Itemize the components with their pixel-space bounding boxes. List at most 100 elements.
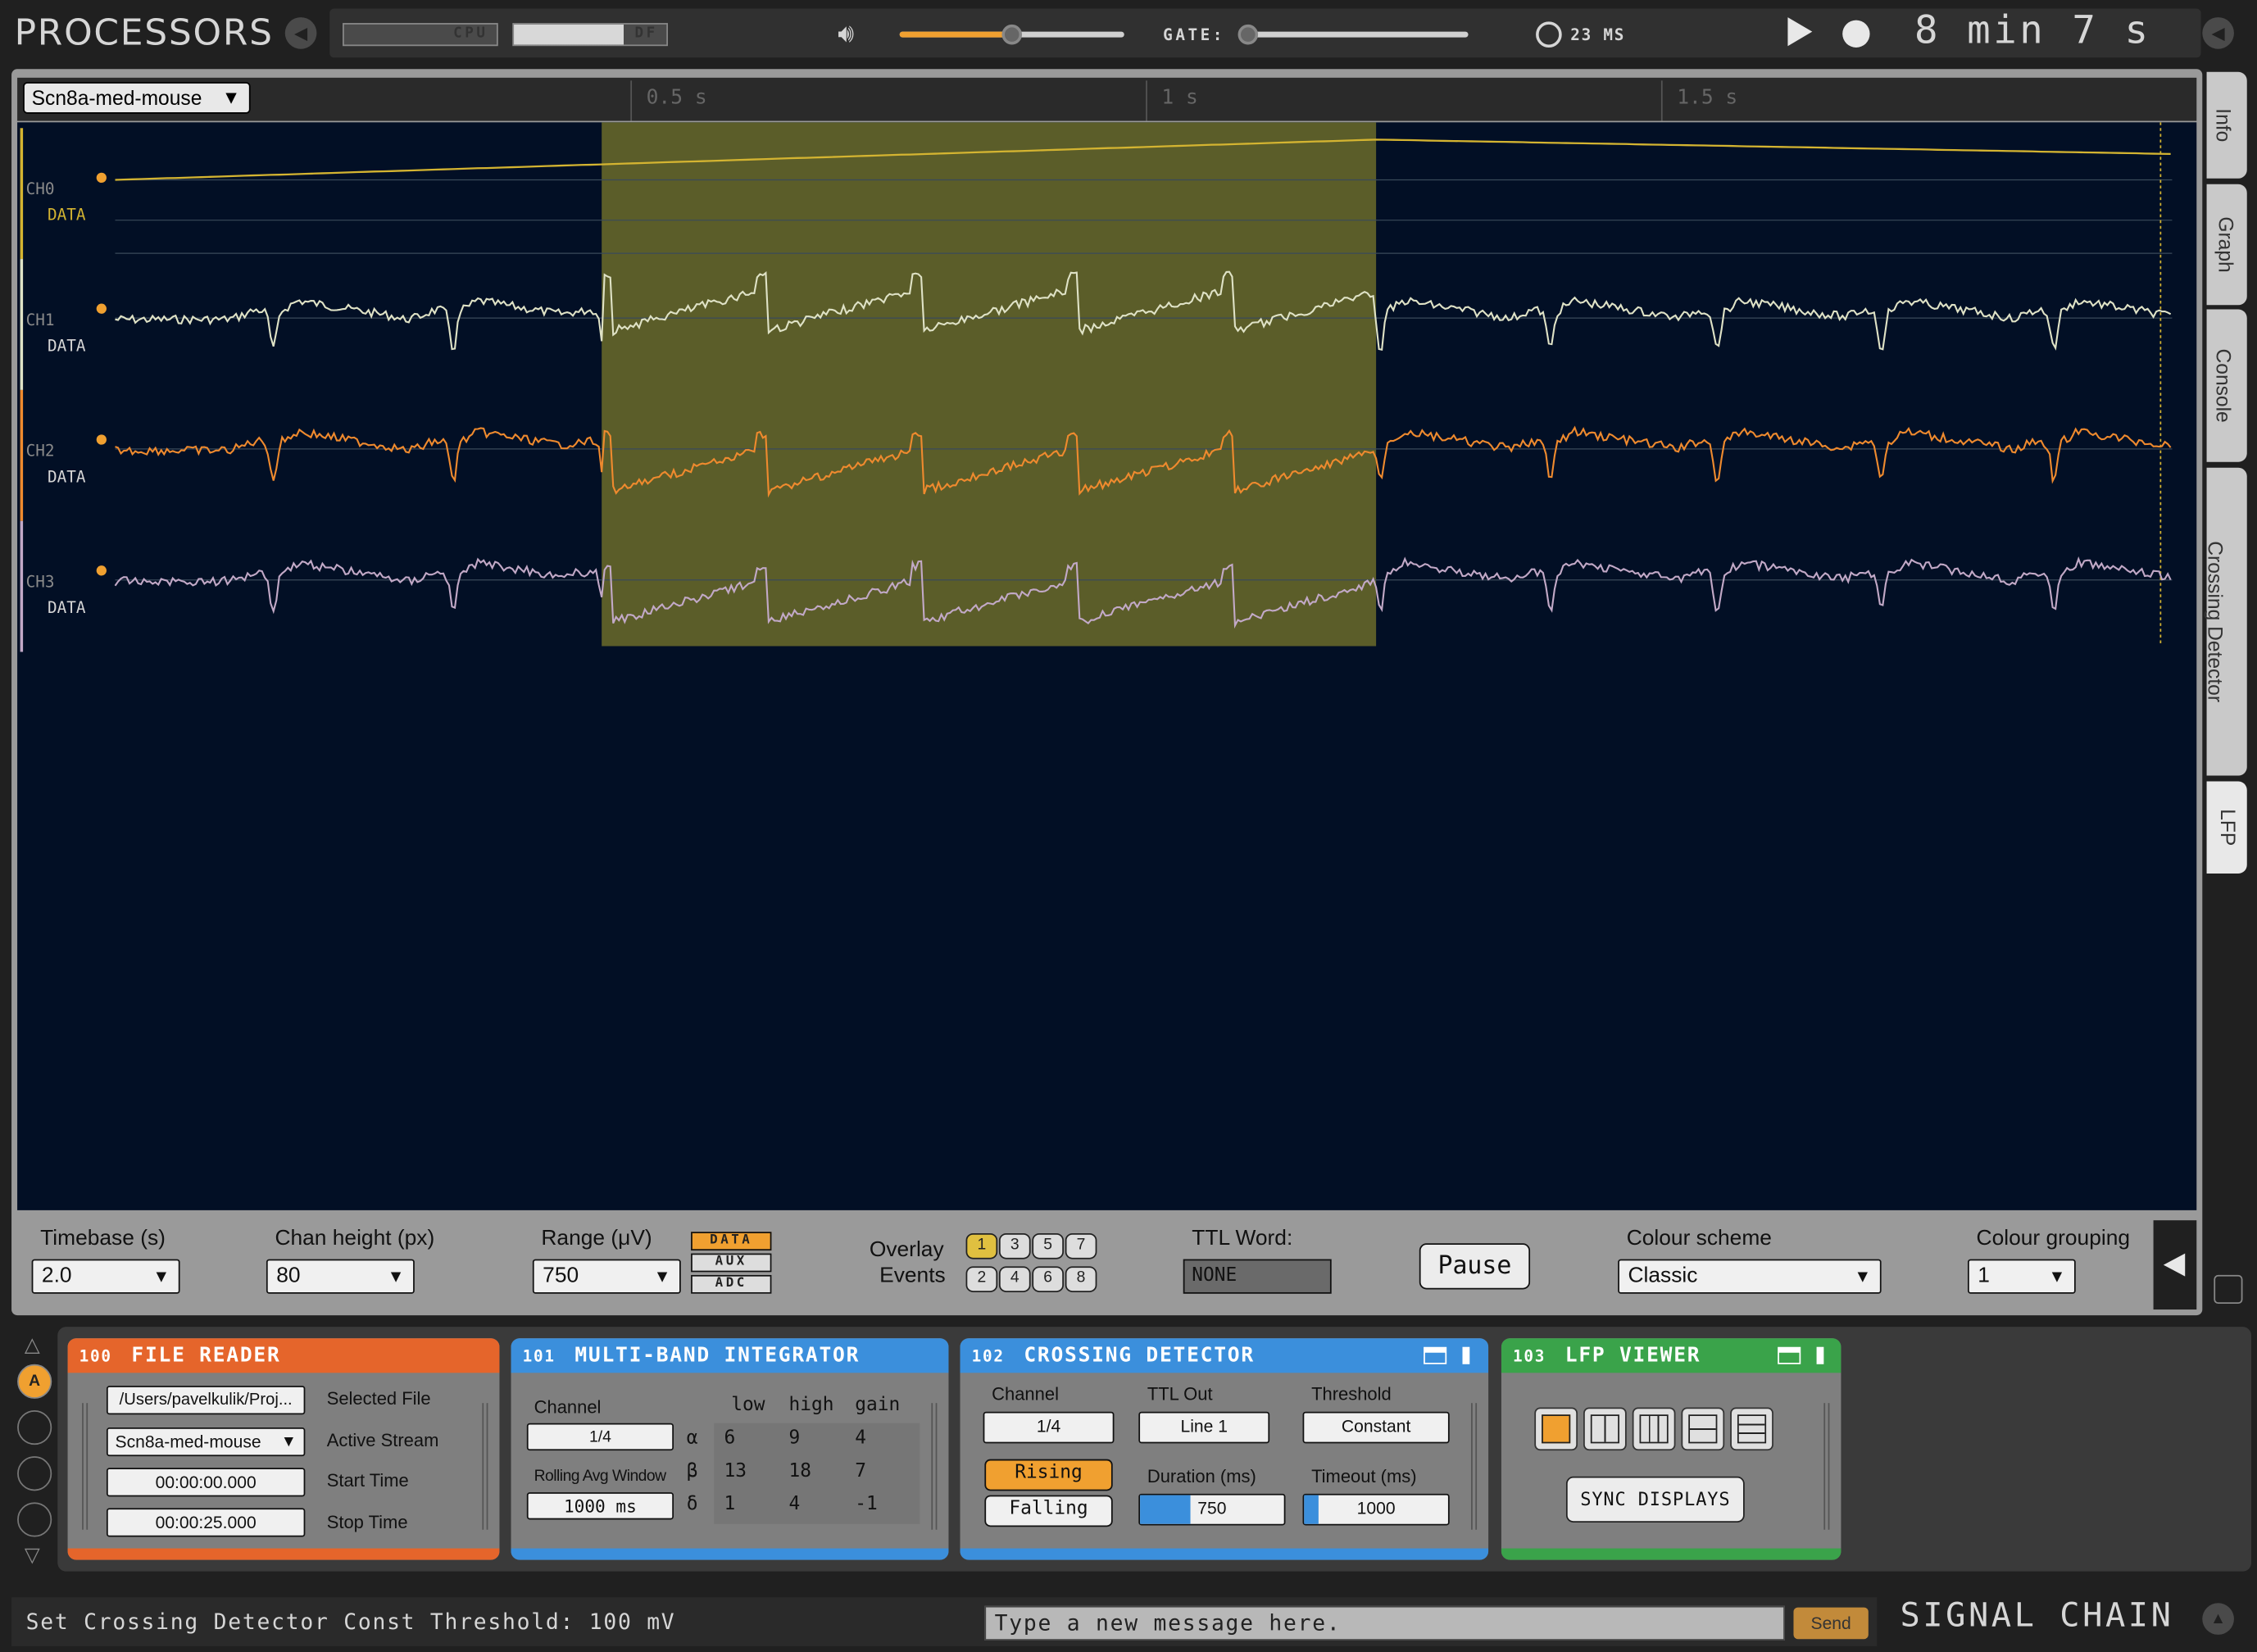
collapse-right-icon[interactable]: ◀ — [2202, 17, 2234, 49]
channel-name[interactable]: CH3 — [26, 573, 55, 592]
colour-scheme-select[interactable]: Classic ▼ — [1618, 1259, 1882, 1294]
collapse-chain-icon[interactable]: ▲ — [2202, 1603, 2234, 1635]
ttl-out-select[interactable]: Line 1 — [1138, 1411, 1270, 1444]
scroll-down-icon[interactable]: ▽ — [25, 1543, 40, 1568]
channel-color-bar — [20, 128, 24, 260]
tab-toggle-icon[interactable] — [1462, 1346, 1470, 1364]
channel-enable-dot[interactable] — [96, 172, 107, 184]
collapse-processors-icon[interactable]: ◀ — [284, 17, 317, 49]
tab-toggle-icon[interactable] — [1816, 1346, 1824, 1364]
overlay-event-5[interactable]: 5 — [1032, 1232, 1064, 1259]
overlay-event-2[interactable]: 2 — [965, 1266, 998, 1292]
drag-handle[interactable] — [482, 1403, 488, 1530]
editor-footer — [67, 1548, 500, 1560]
rising-button[interactable]: Rising — [984, 1459, 1113, 1491]
overlay-event-6[interactable]: 6 — [1032, 1266, 1064, 1292]
threshold-select[interactable]: Constant — [1302, 1411, 1450, 1444]
layout-three-rows-button[interactable] — [1730, 1407, 1773, 1451]
range-type-adc[interactable]: ADC — [691, 1274, 772, 1294]
tab-graph[interactable]: Graph — [2206, 184, 2247, 306]
layout-two-columns-button[interactable] — [1583, 1407, 1627, 1451]
stop-time-field[interactable]: 00:00:25.000 — [106, 1508, 306, 1537]
channel-select[interactable]: 1/4 — [983, 1411, 1115, 1444]
band-low-field[interactable]: 6 — [724, 1427, 735, 1449]
chain-slot[interactable] — [17, 1456, 52, 1491]
timeout-slider[interactable]: 1000 — [1302, 1493, 1450, 1526]
channel-enable-dot[interactable] — [96, 565, 107, 576]
overlay-event-3[interactable]: 3 — [998, 1232, 1031, 1259]
overlay-event-8[interactable]: 8 — [1065, 1266, 1097, 1292]
overlay-event-4[interactable]: 4 — [998, 1266, 1031, 1292]
layout-three-columns-button[interactable] — [1632, 1407, 1676, 1451]
colour-scheme-value: Classic — [1628, 1263, 1698, 1288]
channel-label: Channel — [534, 1397, 602, 1418]
channel-name[interactable]: CH0 — [26, 180, 55, 199]
channel-enable-dot[interactable] — [96, 303, 107, 314]
crossing-detector-header[interactable]: 102 CROSSING DETECTOR — [960, 1338, 1489, 1373]
selected-file-field[interactable]: /Users/pavelkulik/Proj... — [106, 1386, 306, 1415]
scroll-up-icon[interactable]: △ — [25, 1332, 40, 1357]
record-icon[interactable] — [1842, 20, 1870, 48]
range-label: Range (μV) — [541, 1226, 652, 1251]
chain-slot[interactable] — [17, 1409, 52, 1446]
chain-slot-a[interactable]: A — [17, 1364, 52, 1399]
layout-two-rows-button[interactable] — [1681, 1407, 1725, 1451]
active-stream-select[interactable]: Scn8a-med-mouse ▼ — [106, 1427, 306, 1457]
channel-select[interactable]: 1/4 — [526, 1423, 674, 1451]
tab-crossing-detector[interactable]: Crossing Detector — [2204, 467, 2247, 776]
drag-handle[interactable] — [1823, 1403, 1830, 1530]
drag-handle[interactable] — [1471, 1403, 1478, 1530]
channel-name[interactable]: CH2 — [26, 442, 55, 461]
timebase-select[interactable]: 2.0 ▼ — [31, 1259, 180, 1294]
chan-height-select[interactable]: 80 ▼ — [266, 1259, 415, 1294]
drag-handle[interactable] — [82, 1403, 89, 1530]
stream-select[interactable]: Scn8a-med-mouse ▼ — [23, 82, 251, 114]
band-gain-field[interactable]: 7 — [855, 1460, 866, 1482]
range-type-data[interactable]: DATA — [691, 1232, 772, 1251]
colour-grouping-value: 1 — [1978, 1263, 1990, 1288]
band-high-field[interactable]: 4 — [789, 1494, 801, 1515]
band-low-field[interactable]: 13 — [724, 1460, 746, 1482]
multi-band-integrator-header[interactable]: 101 MULTI-BAND INTEGRATOR — [511, 1338, 949, 1373]
tab-console[interactable]: Console — [2206, 309, 2247, 462]
message-input[interactable]: Type a new message here. — [984, 1605, 1785, 1641]
sync-displays-button[interactable]: SYNC DISPLAYS — [1565, 1476, 1745, 1523]
band-high-field[interactable]: 9 — [789, 1427, 801, 1449]
band-high-field[interactable]: 18 — [789, 1460, 811, 1482]
channel-enable-dot[interactable] — [96, 434, 107, 445]
layout-single-button[interactable] — [1534, 1407, 1578, 1451]
chain-slot[interactable] — [17, 1502, 52, 1537]
gate-label: GATE: — [1163, 25, 1225, 45]
colour-grouping-select[interactable]: 1 ▼ — [1967, 1259, 2076, 1294]
open-window-icon[interactable] — [1778, 1346, 1801, 1364]
pause-button[interactable]: Pause — [1419, 1243, 1531, 1290]
tab-info[interactable]: Info — [2206, 71, 2247, 179]
gate-slider-knob[interactable] — [1237, 24, 1259, 45]
lfp-plot-area[interactable] — [17, 122, 2197, 1210]
chan-height-value: 80 — [276, 1263, 301, 1288]
volume-slider-knob[interactable] — [1001, 24, 1023, 45]
rolling-avg-field[interactable]: 1000 ms — [526, 1492, 674, 1520]
range-select[interactable]: 750 ▼ — [532, 1259, 681, 1294]
channel-name[interactable]: CH1 — [26, 311, 55, 329]
gate-slider[interactable] — [1243, 31, 1469, 38]
overlay-event-7[interactable]: 7 — [1065, 1232, 1097, 1259]
tab-lfp[interactable]: LFP — [2206, 781, 2247, 874]
band-gain-field[interactable]: -1 — [855, 1494, 877, 1515]
volume-icon[interactable]: 🔊︎ — [838, 19, 854, 49]
overlay-event-1[interactable]: 1 — [965, 1232, 998, 1259]
play-icon[interactable] — [1787, 17, 1813, 47]
file-reader-header[interactable]: 100 FILE READER — [67, 1338, 500, 1373]
drag-handle[interactable] — [931, 1403, 938, 1530]
open-window-icon[interactable] — [1424, 1346, 1447, 1364]
band-low-field[interactable]: 1 — [724, 1494, 735, 1515]
duration-slider[interactable]: 750 — [1138, 1493, 1286, 1526]
start-time-field[interactable]: 00:00:00.000 — [106, 1468, 306, 1497]
falling-button[interactable]: Falling — [984, 1495, 1113, 1527]
send-button[interactable]: Send — [1793, 1607, 1869, 1640]
detach-window-icon[interactable] — [2214, 1274, 2243, 1305]
chan-height-label: Chan height (px) — [275, 1226, 435, 1251]
tab-graph-label: Graph — [2214, 216, 2238, 273]
range-type-aux[interactable]: AUX — [691, 1253, 772, 1273]
band-gain-field[interactable]: 4 — [855, 1427, 866, 1449]
